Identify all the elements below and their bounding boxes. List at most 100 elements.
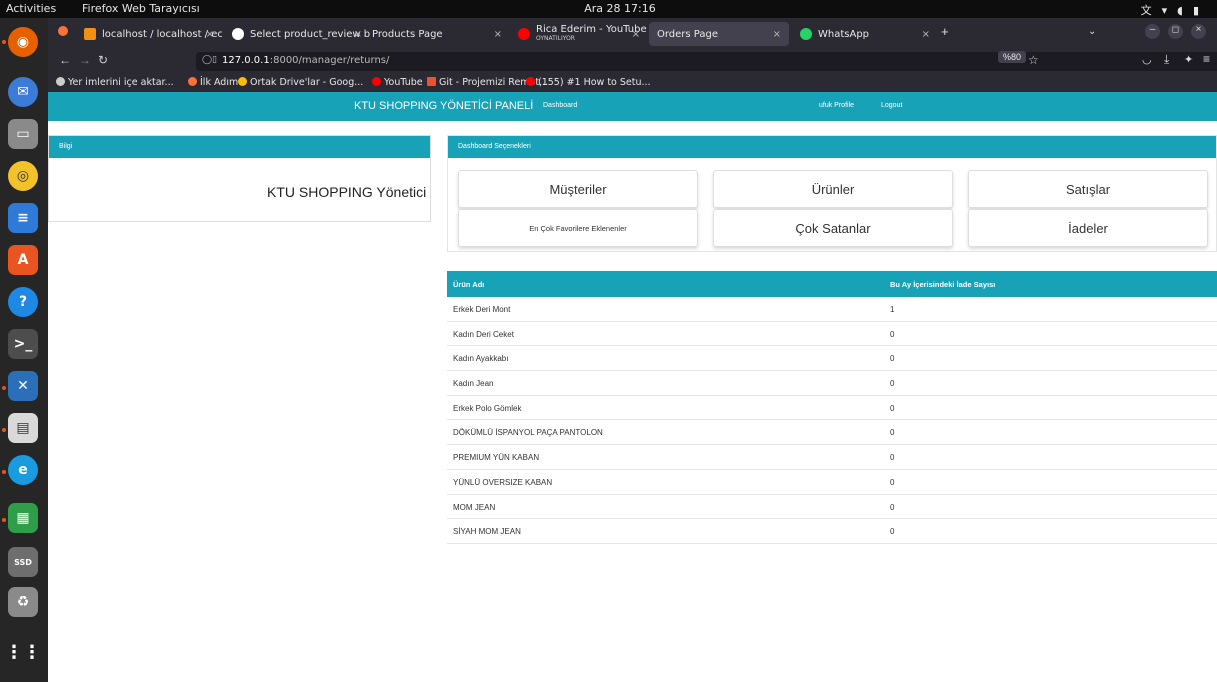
url-bar[interactable]: ◯ ▯ 127.0.0.1:8000/manager/returns/ xyxy=(196,52,1217,71)
reload-icon[interactable]: ↻ xyxy=(98,53,108,67)
help-icon[interactable]: ? xyxy=(8,287,38,317)
table-row: Kadın Ayakkabı 0 xyxy=(447,346,1217,372)
bookmark-import[interactable]: Yer imlerini içe aktar... xyxy=(56,77,174,88)
translate-icon[interactable]: 文 xyxy=(1141,4,1162,17)
firefox-view-icon[interactable] xyxy=(58,26,68,36)
writer-icon[interactable]: ≡ xyxy=(8,203,38,233)
volume-icon[interactable]: ◖ xyxy=(1177,4,1193,17)
tab-youtube[interactable]: Rica Ederim - YouTube M OYNATILIYOR × xyxy=(510,22,648,46)
focused-app-name[interactable]: Firefox Web Tarayıcısı xyxy=(82,2,200,15)
info-card-title: Bilgi xyxy=(49,136,430,158)
close-tab-icon[interactable]: × xyxy=(773,29,781,40)
system-top-bar: Activities Firefox Web Tarayıcısı Ara 28… xyxy=(0,0,1217,18)
tab-label: WhatsApp xyxy=(818,28,870,40)
show-apps-icon[interactable]: ⋮⋮ xyxy=(5,637,41,667)
product-name-cell: DÖKÜMLÜ İSPANYOL PAÇA PANTOLON xyxy=(453,428,603,438)
minimize-window-button[interactable]: – xyxy=(1145,24,1160,39)
firefox-icon[interactable]: ◉ xyxy=(8,27,38,57)
firefox-icon xyxy=(188,77,197,86)
close-window-button[interactable]: × xyxy=(1191,24,1206,39)
profile-link[interactable]: ufuk Profile xyxy=(819,102,854,109)
tab-select-product-review[interactable]: Select product_review b × xyxy=(224,22,370,46)
return-count-cell: 0 xyxy=(890,428,895,438)
vscode-icon[interactable]: ✕ xyxy=(8,371,38,401)
close-tab-icon[interactable]: × xyxy=(354,29,362,40)
tab-products-page[interactable]: Products Page × xyxy=(364,22,510,46)
page-info-icon[interactable]: ▯ xyxy=(212,55,217,65)
terminal-icon[interactable]: >_ xyxy=(8,329,38,359)
calc-icon[interactable]: ▦ xyxy=(8,503,38,533)
return-count-cell: 0 xyxy=(890,502,895,512)
downloads-icon[interactable]: ⤓ xyxy=(1164,52,1169,67)
clock[interactable]: Ara 28 17:16 xyxy=(560,2,680,15)
customers-button[interactable]: Müşteriler xyxy=(458,170,698,208)
running-indicator xyxy=(2,428,6,432)
bookmark-youtube[interactable]: YouTube xyxy=(372,77,423,88)
returns-table: Ürün Adı Bu Ay İçerisindeki İade Sayısı … xyxy=(447,271,1217,544)
list-all-tabs-icon[interactable]: ⌄ xyxy=(1088,26,1096,37)
dashboard-link[interactable]: Dashboard xyxy=(543,102,577,109)
network-icon[interactable]: ▾ xyxy=(1162,4,1178,17)
close-tab-icon[interactable]: × xyxy=(206,29,214,40)
web-page: KTU SHOPPING YÖNETİCİ PANELİ Dashboard u… xyxy=(48,92,1217,682)
tab-label: Orders Page xyxy=(657,28,719,40)
bookmark-star-icon[interactable]: ☆ xyxy=(1028,53,1039,67)
returns-button[interactable]: İadeler xyxy=(968,209,1208,247)
maximize-window-button[interactable]: ◻ xyxy=(1168,24,1183,39)
pocket-icon[interactable]: ◡ xyxy=(1142,53,1152,66)
tab-phpmyadmin[interactable]: localhost / localhost / ec × xyxy=(76,22,222,46)
thunderbird-icon[interactable]: ✉ xyxy=(8,77,38,107)
bookmark-how-to-setup[interactable]: (155) #1 How to Setu... xyxy=(526,77,651,88)
products-button[interactable]: Ürünler xyxy=(713,170,953,208)
table-row: Erkek Deri Mont 1 xyxy=(447,297,1217,322)
product-name-cell: SİYAH MOM JEAN xyxy=(453,527,521,537)
edge-icon[interactable]: e xyxy=(8,455,38,485)
zoom-indicator[interactable]: %80 xyxy=(998,51,1027,63)
battery-icon[interactable]: ▮ xyxy=(1193,4,1209,17)
logout-link[interactable]: Logout xyxy=(881,102,902,109)
back-icon[interactable]: ← xyxy=(59,53,71,67)
system-tray[interactable]: 文▾◖▮ xyxy=(1141,2,1209,18)
tab-orders-page[interactable]: Orders Page × xyxy=(649,22,789,46)
running-indicator xyxy=(2,40,6,44)
table-row: SİYAH MOM JEAN 0 xyxy=(447,519,1217,544)
column-header-product-name: Ürün Adı xyxy=(453,280,485,289)
trash-icon[interactable]: ♻ xyxy=(8,587,38,617)
close-tab-icon[interactable]: × xyxy=(494,29,502,40)
bookmark-shared-drives[interactable]: Ortak Drive'lar - Goog... xyxy=(238,77,363,88)
running-indicator xyxy=(2,518,6,522)
running-indicator xyxy=(2,470,6,474)
close-tab-icon[interactable]: × xyxy=(632,29,640,40)
menu-icon[interactable]: ≡ xyxy=(1203,52,1210,66)
software-icon[interactable]: A xyxy=(8,245,38,275)
phpmyadmin-icon xyxy=(84,28,96,40)
sales-button[interactable]: Satışlar xyxy=(968,170,1208,208)
product-name-cell: Kadın Deri Ceket xyxy=(453,329,514,339)
info-card: Bilgi KTU SHOPPING Yönetici Paneline Hoş… xyxy=(48,135,431,222)
return-count-cell: 0 xyxy=(890,453,895,463)
extensions-icon[interactable]: ✦ xyxy=(1184,53,1193,66)
ssd-drive-icon[interactable]: SSD xyxy=(8,547,38,577)
return-count-cell: 0 xyxy=(890,354,895,364)
admin-header: KTU SHOPPING YÖNETİCİ PANELİ Dashboard u… xyxy=(48,92,1217,121)
most-favorited-button[interactable]: En Çok Favorilere Eklenenler xyxy=(458,209,698,247)
bookmark-getting-started[interactable]: İlk Adım xyxy=(188,77,238,88)
whatsapp-icon xyxy=(800,28,812,40)
product-name-cell: Kadın Ayakkabı xyxy=(453,354,509,364)
tab-whatsapp[interactable]: WhatsApp × xyxy=(792,22,938,46)
best-sellers-button[interactable]: Çok Satanlar xyxy=(713,209,953,247)
table-row: MOM JEAN 0 xyxy=(447,495,1217,520)
activities-button[interactable]: Activities xyxy=(6,2,56,15)
return-count-cell: 0 xyxy=(890,477,895,487)
new-tab-button[interactable]: + xyxy=(941,24,949,39)
rhythmbox-icon[interactable]: ◎ xyxy=(8,161,38,191)
product-name-cell: Erkek Deri Mont xyxy=(453,305,511,314)
shield-icon[interactable]: ◯ xyxy=(202,55,212,65)
document-viewer-icon[interactable]: ▤ xyxy=(8,413,38,443)
brand-title[interactable]: KTU SHOPPING YÖNETİCİ PANELİ xyxy=(354,100,533,112)
tab-label: Select product_review b xyxy=(250,28,370,40)
files-icon[interactable]: ▭ xyxy=(8,119,38,149)
return-count-cell: 1 xyxy=(890,305,895,314)
close-tab-icon[interactable]: × xyxy=(922,29,930,40)
forward-icon[interactable]: → xyxy=(79,53,91,67)
